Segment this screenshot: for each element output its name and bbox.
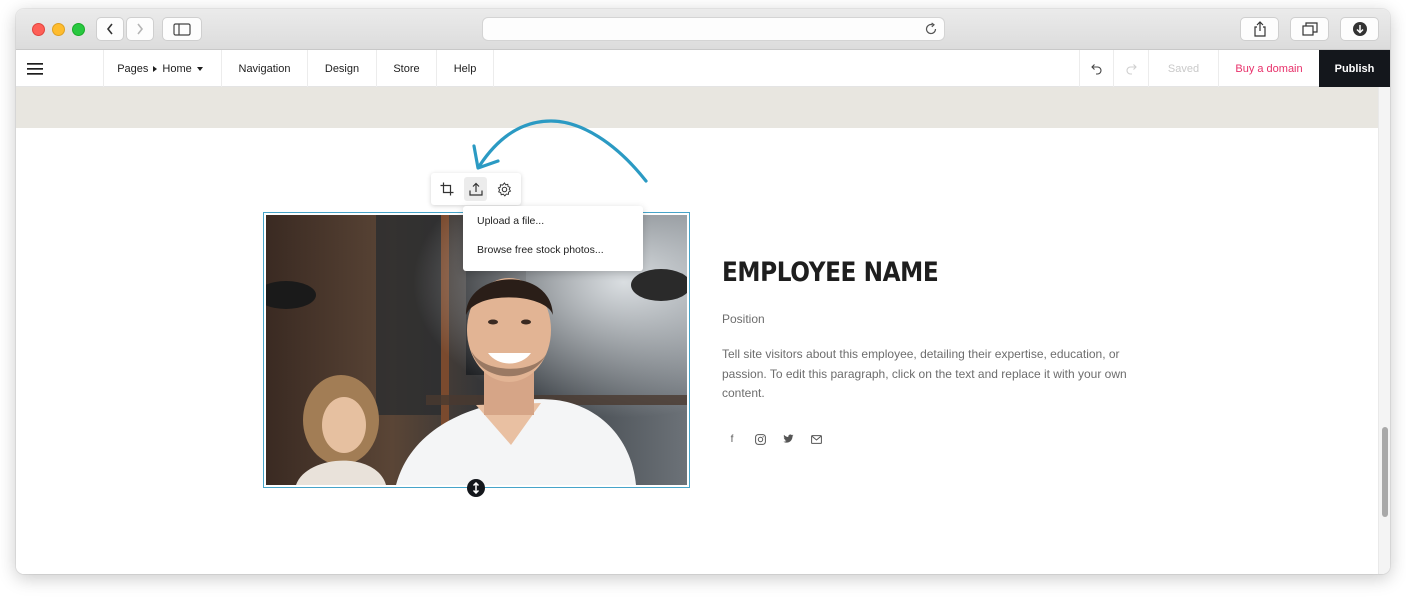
publish-label: Publish (1334, 62, 1375, 75)
sidebar-icon (173, 22, 191, 36)
pages-menu[interactable]: Pages Home (104, 50, 222, 87)
browse-stock-photos-item[interactable]: Browse free stock photos... (477, 240, 604, 260)
tabs-icon (1301, 22, 1318, 36)
reload-icon[interactable] (924, 22, 938, 41)
current-page-label: Home (162, 62, 192, 75)
caret-right-icon (153, 65, 158, 72)
chevron-right-icon (137, 23, 144, 35)
upload-menu: Upload a file... Browse free stock photo… (463, 206, 643, 271)
address-bar[interactable] (482, 17, 945, 41)
crop-button[interactable] (435, 177, 459, 201)
forward-button[interactable] (126, 17, 154, 41)
scrollbar-thumb[interactable] (1382, 427, 1388, 517)
close-window-button[interactable] (32, 23, 45, 36)
navigation-label: Navigation (238, 62, 291, 75)
instagram-icon[interactable] (752, 431, 768, 447)
browser-chrome (16, 9, 1390, 50)
download-icon (1352, 22, 1367, 36)
store-label: Store (393, 62, 420, 75)
redo-icon (1126, 63, 1137, 75)
design-label: Design (324, 62, 360, 75)
redo-button[interactable] (1114, 50, 1149, 87)
caret-down-icon (196, 66, 203, 71)
email-icon[interactable] (808, 431, 824, 447)
saved-status: Saved (1149, 50, 1219, 87)
undo-button[interactable] (1079, 50, 1114, 87)
store-menu[interactable]: Store (377, 50, 437, 87)
downloads-button[interactable] (1340, 17, 1379, 41)
image-toolbar (431, 173, 521, 205)
upload-button[interactable] (463, 177, 488, 201)
page-scrollbar[interactable] (1378, 87, 1390, 574)
facebook-icon[interactable]: f (724, 431, 740, 447)
editor-toolbar: Pages Home Navigation Design Store Help … (16, 50, 1390, 87)
crop-icon (440, 182, 454, 196)
twitter-icon[interactable] (780, 431, 796, 447)
undo-icon (1090, 63, 1102, 75)
share-icon (1253, 21, 1266, 37)
menu-icon (27, 62, 43, 75)
image-resize-handle[interactable] (467, 479, 485, 497)
upload-icon (468, 182, 483, 196)
resize-vertical-icon (472, 482, 480, 494)
browser-window: Pages Home Navigation Design Store Help … (16, 9, 1390, 574)
employee-name-heading[interactable]: EMPLOYEE NAME (722, 257, 939, 288)
sidebar-toggle-button[interactable] (162, 17, 202, 41)
employee-bio[interactable]: Tell site visitors about this employee, … (722, 345, 1137, 404)
publish-button[interactable]: Publish (1319, 50, 1390, 87)
share-button[interactable] (1240, 17, 1279, 41)
tabs-button[interactable] (1290, 17, 1329, 41)
minimize-window-button[interactable] (52, 23, 65, 36)
page-canvas (16, 87, 1378, 574)
design-menu[interactable]: Design (308, 50, 377, 87)
buy-domain-label: Buy a domain (1235, 62, 1303, 75)
social-icons: f (724, 431, 824, 447)
gear-icon (497, 181, 511, 197)
help-menu[interactable]: Help (437, 50, 494, 87)
navigation-menu[interactable]: Navigation (222, 50, 308, 87)
help-label: Help (453, 62, 477, 75)
saved-label: Saved (1167, 62, 1200, 75)
main-menu-button[interactable] (16, 50, 104, 87)
zoom-window-button[interactable] (72, 23, 85, 36)
pages-label: Pages (117, 62, 149, 75)
buy-domain-link[interactable]: Buy a domain (1219, 50, 1319, 87)
chevron-left-icon (106, 23, 113, 35)
employee-position[interactable]: Position (722, 312, 765, 326)
image-settings-button[interactable] (492, 177, 516, 201)
back-button[interactable] (96, 17, 124, 41)
header-band (16, 87, 1378, 128)
upload-file-item[interactable]: Upload a file... (477, 211, 544, 231)
